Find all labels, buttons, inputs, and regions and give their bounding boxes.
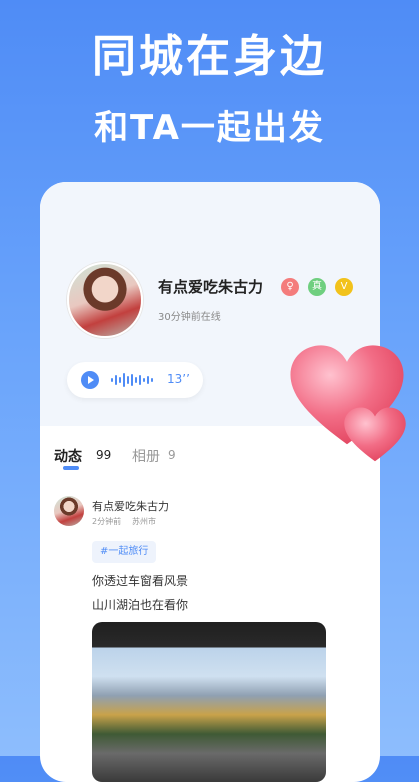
gender-badge: ♀ [281, 278, 299, 296]
tab-moments-count: 99 [96, 448, 112, 462]
verified-real-badge: 真 [308, 278, 326, 296]
post-time: 2分钟前 [92, 517, 122, 526]
post-text-line: 山川湖泊也在看你 [92, 598, 189, 612]
post-text-line: 你透过车窗看风景 [92, 574, 189, 588]
voice-duration: 13’’ [167, 372, 190, 386]
profile-name: 有点爱吃朱古力 [158, 278, 264, 296]
tab-album[interactable]: 相册 [132, 446, 160, 466]
tab-album-count: 9 [168, 448, 176, 462]
tab-active-indicator [63, 466, 79, 470]
post-topic-tag[interactable]: #一起旅行 [92, 541, 157, 563]
post-author-name: 有点爱吃朱古力 [92, 500, 169, 513]
voice-message[interactable]: 13’’ [67, 362, 203, 398]
post-photo[interactable] [92, 622, 326, 782]
post-location: 苏州市 [132, 517, 156, 526]
banner-subtitle: 和TA一起出发 [94, 108, 325, 148]
tab-moments[interactable]: 动态 [54, 446, 82, 466]
online-status: 30分钟前在线 [158, 312, 221, 323]
waveform-icon [111, 373, 153, 387]
heart-icon [344, 407, 406, 462]
play-icon[interactable] [81, 371, 99, 389]
phone-mockup: 有点爱吃朱古力 ♀ 真 V 30分钟前在线 13’’ 动态 99 相册 9 有点… [40, 182, 380, 782]
vip-badge: V [335, 278, 353, 296]
post-author-avatar[interactable] [54, 496, 84, 526]
banner-title: 同城在身边 [92, 31, 327, 82]
profile-avatar[interactable] [67, 262, 143, 338]
